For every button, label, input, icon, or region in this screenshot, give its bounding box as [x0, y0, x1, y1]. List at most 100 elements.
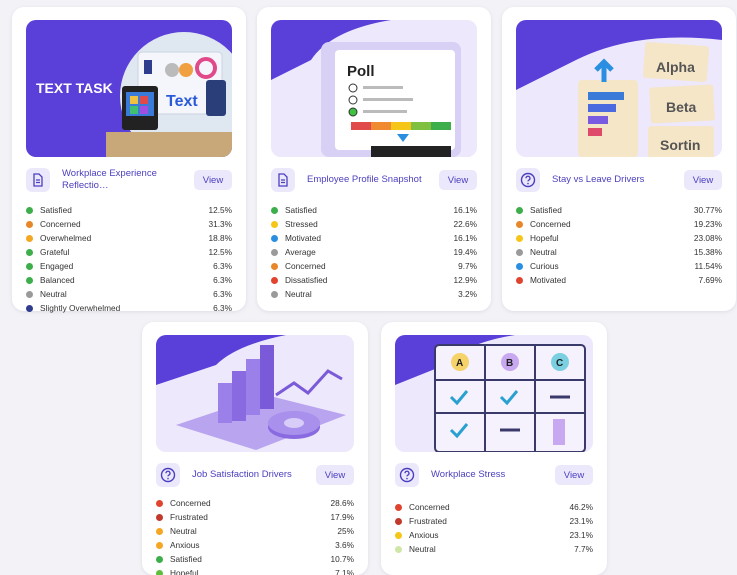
stat-value: 18.8%: [208, 233, 232, 243]
stat-value: 7.7%: [574, 544, 593, 554]
status-dot-icon: [516, 206, 523, 214]
stat-label: Concerned: [40, 219, 81, 229]
status-dot-icon: [26, 234, 33, 242]
stat-label: Average: [285, 247, 316, 257]
stat-label: Hopeful: [530, 233, 559, 243]
status-dot-icon: [271, 276, 278, 284]
thumbnail-grid-table: A B C: [395, 335, 593, 452]
status-dot-icon: [395, 517, 402, 525]
status-dot-icon: [26, 220, 33, 228]
stat-row: Neutral 7.7%: [395, 542, 593, 556]
stat-label: Satisfied: [40, 205, 72, 215]
status-dot-icon: [271, 234, 278, 242]
question-icon: [156, 463, 180, 487]
stat-value: 7.1%: [335, 568, 354, 575]
stat-row: Concerned 46.2%: [395, 500, 593, 514]
thumb-word-beta: Beta: [666, 99, 697, 115]
stat-label: Anxious: [409, 530, 439, 540]
stat-row: Neutral 3.2%: [271, 287, 477, 301]
stat-value: 12.5%: [208, 247, 232, 257]
stat-row: Motivated 16.1%: [271, 231, 477, 245]
status-dot-icon: [516, 276, 523, 284]
stat-row: Neutral 25%: [156, 524, 354, 538]
stat-row: Overwhelmed 18.8%: [26, 231, 232, 245]
stat-value: 15.38%: [693, 247, 722, 257]
thumbnail-sorting: Alpha Beta Sortin: [516, 20, 722, 157]
stat-row: Slightly Overwhelmed 6.3%: [26, 301, 232, 315]
stat-value: 25%: [337, 526, 354, 536]
stat-row: Motivated 7.69%: [516, 273, 722, 287]
stat-row: Frustrated 17.9%: [156, 510, 354, 524]
card-workplace-experience[interactable]: TEXT TASK Text Workplace Experience Refl…: [12, 7, 246, 313]
thumbnail-text-task: TEXT TASK Text: [26, 20, 232, 157]
view-button[interactable]: View: [194, 170, 232, 190]
stat-label: Satisfied: [530, 205, 562, 215]
stat-value: 16.1%: [453, 205, 477, 215]
status-dot-icon: [156, 555, 163, 563]
thumb-word-sortin: Sortin: [660, 137, 700, 153]
card-title[interactable]: Job Satisfaction Drivers: [180, 469, 316, 481]
view-button[interactable]: View: [316, 465, 354, 485]
document-icon: [271, 168, 295, 192]
status-dot-icon: [395, 545, 402, 553]
stats-list: Satisfied 30.77% Concerned 19.23% Hopeful 23.…: [516, 203, 722, 287]
thumbnail-3d-chart: [156, 335, 354, 452]
stat-label: Motivated: [285, 233, 321, 243]
stat-value: 46.2%: [569, 502, 593, 512]
view-button[interactable]: View: [684, 170, 722, 190]
stat-row: Satisfied 12.5%: [26, 203, 232, 217]
stat-value: 23.1%: [569, 530, 593, 540]
view-button[interactable]: View: [555, 465, 593, 485]
document-icon: [26, 168, 50, 192]
card-workplace-stress[interactable]: A B C Workplace Stress View Concerned 46.…: [381, 322, 607, 575]
stat-value: 12.5%: [208, 205, 232, 215]
status-dot-icon: [271, 206, 278, 214]
stat-value: 23.1%: [569, 516, 593, 526]
stats-list: Concerned 28.6% Frustrated 17.9% Neutral 25% A…: [156, 496, 354, 575]
thumb-letter-a: A: [456, 358, 463, 369]
stat-value: 22.6%: [453, 219, 477, 229]
stat-label: Stressed: [285, 219, 318, 229]
stat-row: Stressed 22.6%: [271, 217, 477, 231]
stat-label: Satisfied: [170, 554, 202, 564]
status-dot-icon: [156, 527, 163, 535]
stat-label: Slightly Overwhelmed: [40, 303, 121, 313]
status-dot-icon: [516, 262, 523, 270]
card-employee-profile[interactable]: Poll Employee Profile Snapshot View Sati…: [257, 7, 491, 311]
stat-value: 17.9%: [330, 512, 354, 522]
stat-label: Concerned: [170, 498, 211, 508]
stat-row: Satisfied 16.1%: [271, 203, 477, 217]
stat-value: 9.7%: [458, 261, 477, 271]
thumb-text-word: Text: [166, 93, 198, 110]
stats-list: Satisfied 12.5% Concerned 31.3% Overwhelmed 1…: [26, 203, 232, 315]
status-dot-icon: [516, 220, 523, 228]
card-job-satisfaction[interactable]: Job Satisfaction Drivers View Concerned 2…: [142, 322, 368, 575]
status-dot-icon: [395, 531, 402, 539]
stat-value: 10.7%: [330, 554, 354, 564]
thumb-word-alpha: Alpha: [656, 59, 695, 75]
card-title[interactable]: Workplace Stress: [419, 469, 555, 481]
stat-row: Concerned 31.3%: [26, 217, 232, 231]
stat-row: Concerned 28.6%: [156, 496, 354, 510]
stat-value: 19.23%: [693, 219, 722, 229]
status-dot-icon: [156, 569, 163, 575]
status-dot-icon: [26, 276, 33, 284]
stat-label: Concerned: [530, 219, 571, 229]
stat-value: 31.3%: [208, 219, 232, 229]
stat-row: Grateful 12.5%: [26, 245, 232, 259]
stat-label: Frustrated: [409, 516, 447, 526]
stat-label: Grateful: [40, 247, 70, 257]
status-dot-icon: [156, 499, 163, 507]
stat-row: Satisfied 10.7%: [156, 552, 354, 566]
status-dot-icon: [26, 304, 33, 312]
status-dot-icon: [516, 234, 523, 242]
stat-value: 12.9%: [453, 275, 477, 285]
card-title[interactable]: Workplace Experience Reflectio…: [50, 168, 194, 192]
status-dot-icon: [26, 262, 33, 270]
card-stay-vs-leave[interactable]: Alpha Beta Sortin Stay vs Leave Drivers …: [502, 7, 736, 311]
card-title[interactable]: Employee Profile Snapshot: [295, 174, 439, 186]
view-button[interactable]: View: [439, 170, 477, 190]
stat-row: Curious 11.54%: [516, 259, 722, 273]
status-dot-icon: [271, 262, 278, 270]
card-title[interactable]: Stay vs Leave Drivers: [540, 174, 684, 186]
